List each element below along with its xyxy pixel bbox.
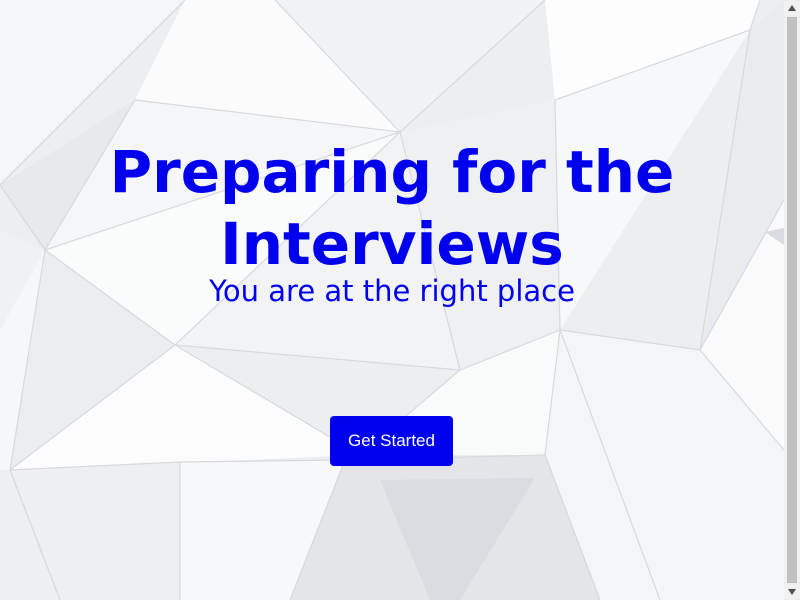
chevron-down-icon	[788, 589, 796, 595]
page-viewport: Preparing for the Interviews You are at …	[0, 0, 784, 600]
scroll-down-button[interactable]	[784, 584, 800, 600]
vertical-scrollbar[interactable]	[784, 0, 800, 600]
scrollbar-thumb[interactable]	[787, 17, 797, 583]
page-title: Preparing for the Interviews	[109, 138, 675, 278]
hero-section: Preparing for the Interviews You are at …	[0, 136, 784, 310]
chevron-up-icon	[788, 5, 796, 11]
get-started-button[interactable]: Get Started	[330, 416, 453, 466]
page-subtitle: You are at the right place	[209, 274, 575, 308]
scroll-up-button[interactable]	[784, 0, 800, 16]
